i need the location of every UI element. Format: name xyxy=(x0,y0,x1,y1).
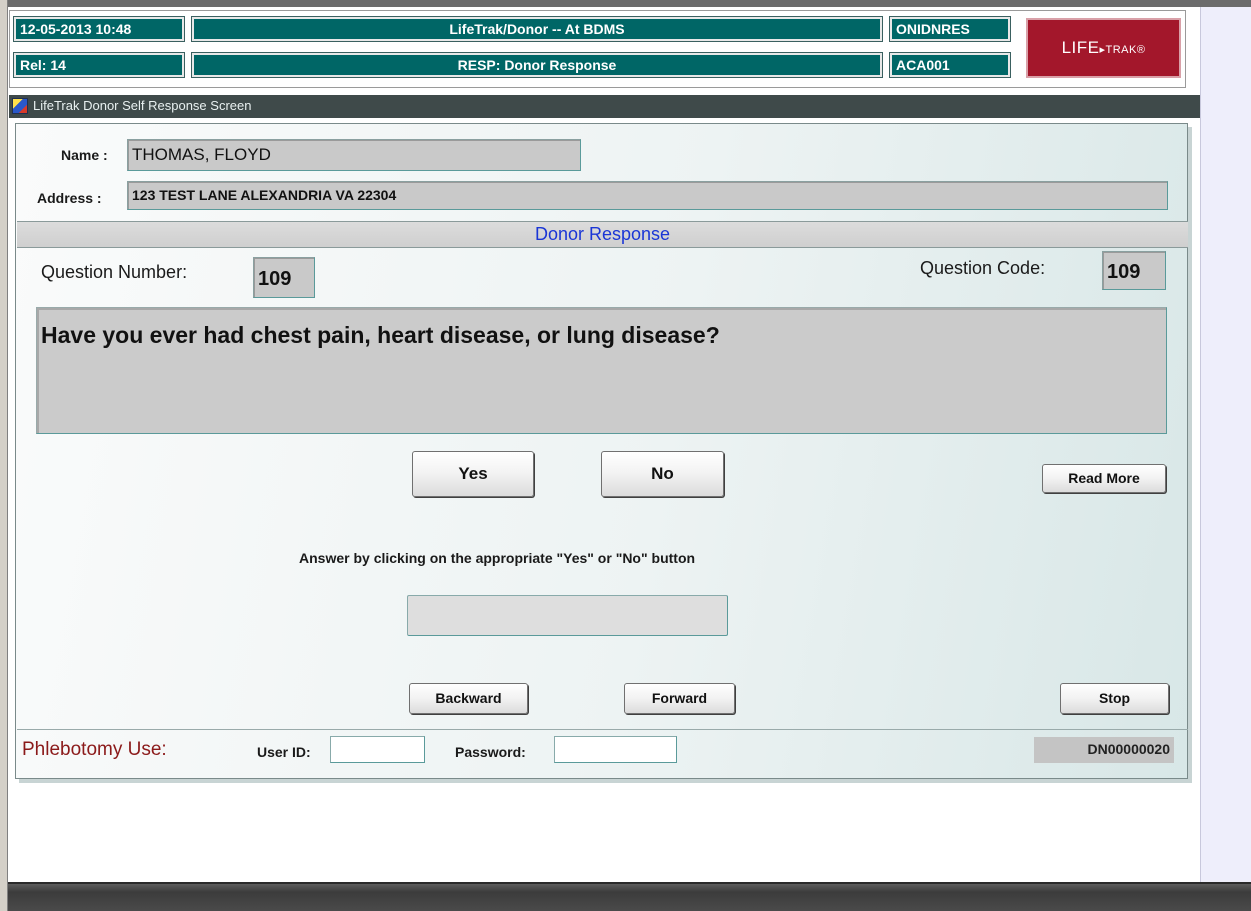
password-input[interactable] xyxy=(554,736,677,763)
donor-response-form: Name : THOMAS, FLOYD Address : 123 TEST … xyxy=(15,123,1188,779)
no-button[interactable]: No xyxy=(601,451,724,497)
name-label: Name : xyxy=(61,147,108,163)
question-number-label: Question Number: xyxy=(41,262,188,282)
stop-button[interactable]: Stop xyxy=(1060,683,1169,714)
donor-address-field: 123 TEST LANE ALEXANDRIA VA 22304 xyxy=(127,181,1168,210)
section-title: Donor Response xyxy=(534,224,671,244)
header-datetime: 12-05-2013 10:48 xyxy=(13,16,185,42)
bottom-status-bar xyxy=(8,882,1251,911)
forward-button[interactable]: Forward xyxy=(624,683,735,714)
header-release: Rel: 14 xyxy=(13,52,185,78)
yes-button[interactable]: Yes xyxy=(412,451,534,497)
question-code-field: 109 xyxy=(1102,251,1166,290)
phlebotomy-use-label: Phlebotomy Use: xyxy=(22,739,167,760)
footer-divider xyxy=(17,729,1188,730)
logo-suffix-text: ▸TRAK® xyxy=(1099,44,1146,56)
password-label: Password: xyxy=(455,744,526,760)
question-code-label: Question Code: xyxy=(920,258,1046,278)
window-top-edge xyxy=(0,0,1251,7)
answer-instructions: Answer by clicking on the appropriate "Y… xyxy=(299,550,696,566)
donor-name-field: THOMAS, FLOYD xyxy=(127,139,581,171)
question-text-box: Have you ever had chest pain, heart dise… xyxy=(36,307,1167,434)
window-title: LifeTrak Donor Self Response Screen xyxy=(33,98,252,113)
header-user-code: ACA001 xyxy=(889,52,1011,78)
question-text: Have you ever had chest pain, heart dise… xyxy=(41,322,720,348)
user-id-input[interactable] xyxy=(330,736,425,763)
header-app-title: LifeTrak/Donor -- At BDMS xyxy=(191,16,883,42)
answer-display-field xyxy=(407,595,728,636)
address-label: Address : xyxy=(37,190,102,206)
window-left-edge xyxy=(0,0,8,911)
record-code-field: DN00000020 xyxy=(1034,737,1174,763)
app-icon xyxy=(12,98,28,114)
window-title-bar: LifeTrak Donor Self Response Screen xyxy=(9,95,1200,118)
user-id-label: User ID: xyxy=(257,744,311,760)
question-number-field: 109 xyxy=(253,257,315,298)
backward-button[interactable]: Backward xyxy=(409,683,528,714)
right-side-panel xyxy=(1200,7,1251,882)
header-screen-title: RESP: Donor Response xyxy=(191,52,883,78)
read-more-button[interactable]: Read More xyxy=(1042,464,1166,493)
lifetrak-logo: LIFE▸TRAK® xyxy=(1026,18,1181,78)
app-header: 12-05-2013 10:48 Rel: 14 LifeTrak/Donor … xyxy=(9,10,1186,88)
logo-main-text: LIFE xyxy=(1061,38,1100,57)
header-screen-code: ONIDNRES xyxy=(889,16,1011,42)
section-title-bar: Donor Response xyxy=(17,221,1188,248)
